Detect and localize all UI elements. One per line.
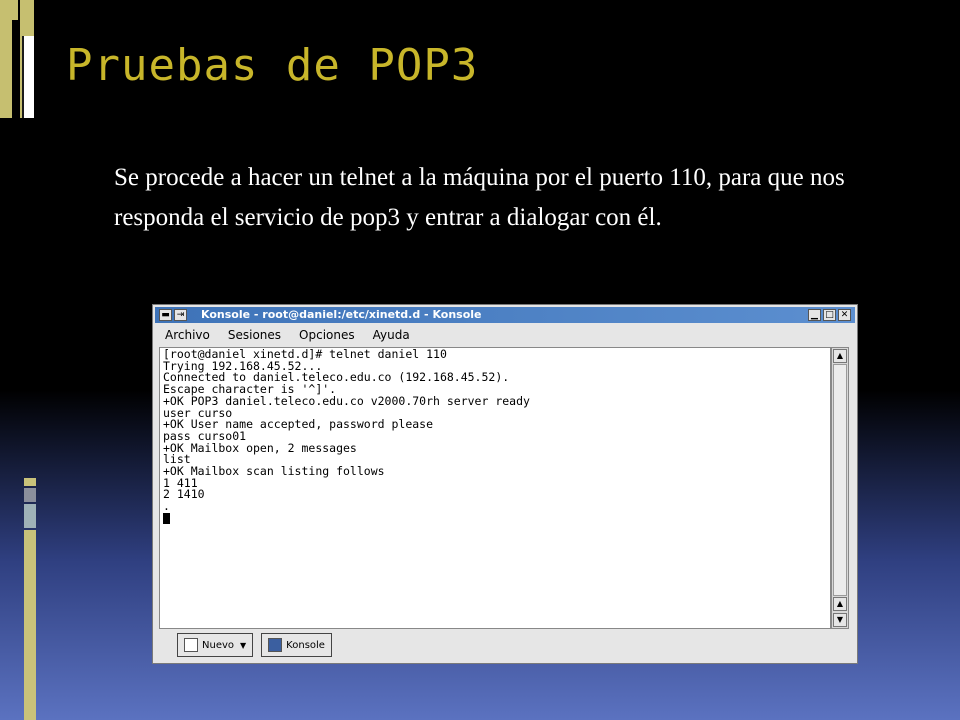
scroll-up-icon[interactable]: ▲ [833,349,847,363]
menu-opciones[interactable]: Opciones [289,325,363,345]
terminal-area[interactable]: [root@daniel xinetd.d]# telnet daniel 11… [159,347,831,629]
terminal-line: +OK Mailbox open, 2 messages [163,440,357,455]
terminal-output: [root@daniel xinetd.d]# telnet daniel 11… [163,348,530,525]
minimize-icon[interactable]: ▁ [808,309,821,321]
menu-archivo[interactable]: Archivo [155,325,218,345]
deco-bar [24,478,36,486]
slide-body-text: Se procede a hacer un telnet a la máquin… [114,164,845,231]
deco-bar [0,0,12,118]
vertical-scrollbar[interactable]: ▲ ▲ ▼ [831,347,849,629]
scroll-thumb[interactable] [833,364,847,596]
window-menu-icon[interactable]: ▬ [159,309,172,321]
terminal-line: 1 411 [163,475,198,490]
menu-bar: Archivo Sesiones Opciones Ayuda [155,325,855,345]
tab-nuevo[interactable]: Nuevo ▼ [177,633,254,657]
deco-bar [24,504,36,528]
tab-konsole-label: Konsole [286,639,325,651]
terminal-cursor [163,512,530,525]
sticky-icon[interactable]: ⇥ [174,309,187,321]
page-title: Pruebas de POP3 [66,40,479,91]
tab-konsole[interactable]: Konsole [261,633,332,657]
menu-sesiones[interactable]: Sesiones [218,325,289,345]
terminal-line: 2 1410 [163,487,205,502]
konsole-icon [268,638,283,652]
window-titlebar[interactable]: ▬ ⇥ Konsole - root@daniel:/etc/xinetd.d … [155,307,855,323]
window-title: Konsole - root@daniel:/etc/xinetd.d - Ko… [201,308,482,321]
menu-ayuda[interactable]: Ayuda [363,325,418,345]
scroll-down-icon[interactable]: ▼ [833,613,847,627]
chevron-down-icon: ▼ [240,640,247,650]
scroll-up-icon-lower[interactable]: ▲ [833,597,847,611]
session-tabbar: Nuevo ▼ Konsole [155,631,855,659]
terminal-line: +OK Mailbox scan listing follows [163,464,385,479]
tab-nuevo-label: Nuevo [202,639,235,651]
maximize-icon[interactable]: □ [823,309,836,321]
close-icon[interactable]: ✕ [838,309,851,321]
deco-bar [24,488,36,502]
new-session-icon [184,638,198,652]
terminal-line: . [163,499,170,514]
deco-bar [24,530,36,720]
deco-bar [22,36,24,118]
konsole-window: ▬ ⇥ Konsole - root@daniel:/etc/xinetd.d … [152,304,858,664]
